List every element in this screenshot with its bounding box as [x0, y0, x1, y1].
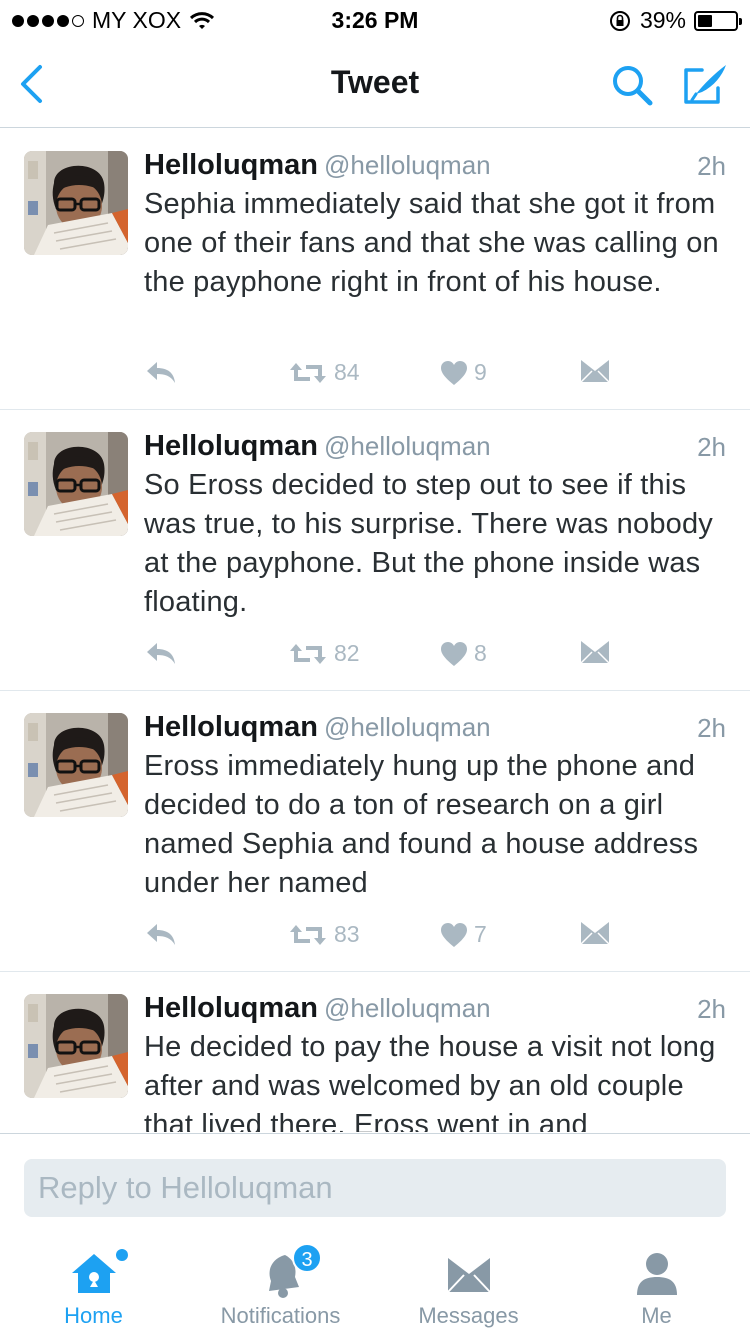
- tweet-text: Sephia immediately said that she got it …: [144, 188, 719, 298]
- retweet-button[interactable]: 84: [288, 359, 360, 386]
- like-count: 8: [474, 640, 487, 666]
- avatar[interactable]: [24, 151, 128, 255]
- envelope-icon: [446, 1258, 491, 1293]
- battery-icon: [694, 10, 742, 31]
- direct-message-button[interactable]: [580, 921, 610, 945]
- author-handle[interactable]: @helloluqman: [324, 150, 491, 180]
- like-count: 9: [474, 359, 487, 385]
- avatar-image: [24, 432, 128, 536]
- tweet-header: Helloluqman @helloluqman 2h: [144, 430, 726, 470]
- battery-percent: 39%: [639, 7, 686, 33]
- avatar-image: [24, 994, 128, 1098]
- reply-button[interactable]: [144, 359, 178, 385]
- tweet-text: So Eross decided to step out to see if t…: [144, 469, 714, 618]
- battery-fill: [698, 14, 713, 27]
- status-right: 39%: [608, 7, 742, 34]
- retweet-count: 84: [334, 359, 360, 385]
- heart-icon: [441, 922, 467, 947]
- tweet-actions: 83 7: [144, 921, 704, 951]
- retweet-icon: [290, 643, 326, 664]
- tab-notifications[interactable]: 3 Notifications: [187, 1233, 374, 1334]
- tweet-actions: 82 8: [144, 640, 704, 670]
- like-button[interactable]: 9: [440, 359, 487, 386]
- author-handle[interactable]: @helloluqman: [324, 993, 491, 1023]
- avatar-image: [24, 713, 128, 817]
- envelope-icon: [580, 360, 610, 383]
- retweet-count: 83: [334, 921, 360, 947]
- tweet-header: Helloluqman @helloluqman 2h: [144, 149, 726, 189]
- heart-icon: [441, 360, 467, 385]
- reply-button[interactable]: [144, 640, 178, 666]
- envelope-icon: [580, 641, 610, 664]
- compose-tweet-icon[interactable]: [682, 60, 730, 108]
- avatar[interactable]: [24, 432, 128, 536]
- retweet-icon: [290, 924, 326, 945]
- direct-message-button[interactable]: [580, 640, 610, 664]
- reply-bar: [0, 1133, 750, 1233]
- tweet-header: Helloluqman @helloluqman 2h: [144, 992, 726, 1032]
- reply-box[interactable]: [24, 1159, 726, 1217]
- author-name[interactable]: Helloluqman: [144, 430, 318, 462]
- author-name[interactable]: Helloluqman: [144, 992, 318, 1024]
- reply-button[interactable]: [144, 921, 178, 947]
- person-icon: [636, 1253, 677, 1295]
- retweet-icon: [290, 362, 326, 383]
- tweet-item[interactable]: Helloluqman @helloluqman 2h So Eross deci…: [0, 410, 750, 691]
- envelope-icon: [580, 922, 610, 945]
- tweet-header: Helloluqman @helloluqman 2h: [144, 711, 726, 751]
- like-button[interactable]: 8: [440, 640, 487, 667]
- tweet-item[interactable]: Helloluqman @helloluqman 2h He decided to…: [0, 972, 750, 1132]
- tweet-feed[interactable]: Helloluqman @helloluqman 2h Sephia immedi…: [0, 129, 750, 1132]
- tab-notifications-label: Notifications: [220, 1303, 341, 1328]
- tweet-text: Eross immediately hung up the phone and …: [144, 750, 699, 899]
- avatar[interactable]: [24, 713, 128, 817]
- avatar-image: [24, 151, 128, 255]
- status-bar: MY XOX 3:26 PM 39%: [0, 0, 750, 40]
- author-handle[interactable]: @helloluqman: [324, 431, 491, 461]
- home-icon: [71, 1254, 116, 1293]
- tweet-actions: 84 9: [144, 359, 704, 389]
- tab-home[interactable]: Home: [0, 1233, 187, 1334]
- author-handle[interactable]: @helloluqman: [324, 712, 491, 742]
- tab-me[interactable]: Me: [563, 1233, 750, 1334]
- tweet-item[interactable]: Helloluqman @helloluqman 2h Sephia immedi…: [0, 129, 750, 410]
- nav-bar: Tweet: [0, 40, 750, 128]
- tweet-text: He decided to pay the house a visit not …: [144, 1031, 716, 1132]
- reply-icon: [147, 362, 175, 383]
- heart-icon: [441, 641, 467, 666]
- like-count: 7: [474, 921, 487, 947]
- tab-bar: Home 3 Notifications Messages Me: [0, 1233, 750, 1334]
- notifications-badge: 3: [292, 1243, 322, 1273]
- tweet-time: 2h: [697, 151, 726, 181]
- reply-icon: [147, 643, 175, 664]
- retweet-button[interactable]: 83: [288, 921, 360, 948]
- tab-messages[interactable]: Messages: [375, 1233, 562, 1334]
- new-tweets-indicator: [116, 1249, 128, 1261]
- direct-message-button[interactable]: [580, 359, 610, 383]
- like-button[interactable]: 7: [440, 921, 487, 948]
- tweet-time: 2h: [697, 432, 726, 462]
- tweet-time: 2h: [697, 994, 726, 1024]
- author-name[interactable]: Helloluqman: [144, 711, 318, 743]
- author-name[interactable]: Helloluqman: [144, 149, 318, 181]
- orientation-lock-icon: [609, 10, 630, 31]
- search-icon[interactable]: [610, 63, 654, 107]
- tab-messages-label: Messages: [418, 1303, 519, 1328]
- tweet-item[interactable]: Helloluqman @helloluqman 2h Eross immedia…: [0, 691, 750, 972]
- avatar[interactable]: [24, 994, 128, 1098]
- tweet-time: 2h: [697, 713, 726, 743]
- retweet-count: 82: [334, 640, 360, 666]
- reply-icon: [147, 924, 175, 945]
- tab-me-label: Me: [641, 1303, 672, 1328]
- retweet-button[interactable]: 82: [288, 640, 360, 667]
- tab-home-label: Home: [64, 1303, 123, 1328]
- reply-input[interactable]: [24, 1159, 726, 1217]
